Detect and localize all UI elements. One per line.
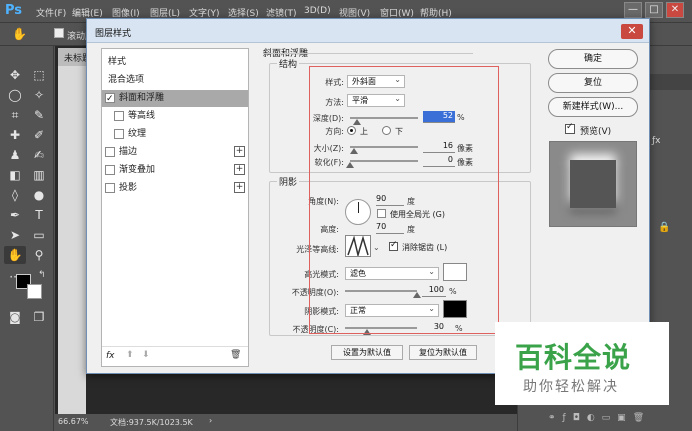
blur-tool-icon[interactable]: ◊ — [4, 186, 26, 204]
style-item-label: 斜面和浮雕 — [119, 93, 165, 103]
add-effect-icon[interactable]: + — [234, 182, 245, 193]
style-item-label: 等高线 — [128, 111, 156, 121]
type-tool-icon[interactable]: T — [28, 206, 50, 224]
fx-icon: ƒx — [652, 136, 661, 146]
shading-label: 阴影 — [277, 175, 300, 188]
style-item-label: 渐变叠加 — [119, 165, 156, 175]
style-checkbox[interactable] — [105, 147, 115, 157]
highlight-annotation-box — [309, 66, 499, 334]
background-color[interactable] — [27, 284, 42, 299]
move-down-icon[interactable]: ⬇ — [142, 350, 150, 360]
minimize-button[interactable]: — — [624, 2, 642, 18]
preview-checkbox[interactable]: ✓ — [565, 122, 575, 134]
structure-label: 结构 — [277, 57, 300, 70]
move-up-icon[interactable]: ⬆ — [126, 350, 134, 360]
window-close-button[interactable]: ✕ — [666, 2, 684, 18]
tools-panel: ✥ ⬚ ◯ ✧ ⌗ ✎ ✚ ✐ ♟ ✍ ◧ ▥ ◊ ● ✒ T ➤ ▭ ✋ ⚲ … — [0, 46, 54, 431]
canvas-pasteboard — [86, 370, 496, 414]
lasso-tool-icon[interactable]: ◯ — [4, 86, 26, 104]
pen-tool-icon[interactable]: ✒ — [4, 206, 26, 224]
preview-check-icon: ✓ — [566, 122, 574, 132]
brush-tool-icon[interactable]: ✐ — [28, 126, 50, 144]
eraser-tool-icon[interactable]: ◧ — [4, 166, 26, 184]
style-item[interactable]: 样式 — [102, 54, 248, 71]
scroll-all-checkbox[interactable] — [54, 28, 64, 38]
watermark-title: 百科全说 — [515, 341, 632, 374]
swap-colors-icon[interactable]: ↰ — [38, 270, 46, 280]
reset-button[interactable]: 复位 — [548, 73, 638, 93]
status-bar: 66.67% 文档:937.5K/1023.5K › — [54, 414, 517, 431]
style-checkbox[interactable] — [105, 165, 115, 175]
magic-wand-icon[interactable]: ✧ — [28, 86, 50, 104]
watermark-logo: 百科全说 助你轻松解决 — [495, 322, 669, 405]
style-item-label: 纹理 — [128, 129, 147, 139]
style-item[interactable]: 渐变叠加 + — [102, 162, 248, 179]
style-item[interactable]: 等高线 — [102, 108, 248, 125]
make-default-button[interactable]: 设置为默认值 — [331, 345, 403, 360]
dodge-tool-icon[interactable]: ● — [28, 186, 50, 204]
path-select-icon[interactable]: ➤ — [4, 226, 26, 244]
marquee-tool-icon[interactable]: ⬚ — [28, 66, 50, 84]
hand-tool-icon[interactable]: ✋ — [12, 27, 27, 41]
add-effect-icon[interactable]: + — [234, 164, 245, 175]
style-item-label: 描边 — [119, 147, 138, 157]
hand-tool-icon[interactable]: ✋ — [4, 246, 26, 264]
style-item-label: 混合选项 — [108, 75, 145, 85]
style-item-label: 投影 — [119, 183, 138, 193]
style-preview — [549, 141, 637, 227]
menu-3d[interactable]: 3D(D) — [304, 6, 331, 16]
clone-stamp-icon[interactable]: ♟ — [4, 146, 26, 164]
styles-list: fx ⬆ ⬇ 🗑 样式混合选项斜面和浮雕等高线纹理描边 + 渐变叠加 + 投影 + — [101, 48, 249, 367]
status-arrow-icon[interactable]: › — [209, 416, 212, 425]
shape-tool-icon[interactable]: ▭ — [28, 226, 50, 244]
new-style-button[interactable]: 新建样式(W)... — [548, 97, 638, 117]
move-tool-icon[interactable]: ✥ — [4, 66, 26, 84]
section-divider — [263, 53, 473, 54]
document-info: 文档:937.5K/1023.5K — [110, 418, 193, 427]
layer-style-dialog: 图层样式 ✕ fx ⬆ ⬇ 🗑 样式混合选项斜面和浮雕等高线纹理描边 + 渐变叠加 +… — [86, 18, 650, 374]
zoom-tool-icon[interactable]: ⚲ — [28, 246, 50, 264]
style-item[interactable]: 投影 + — [102, 180, 248, 197]
zoom-level[interactable]: 66.67% — [58, 417, 89, 426]
delete-effect-icon[interactable]: 🗑 — [230, 350, 241, 360]
preview-swatch — [570, 160, 616, 208]
style-item[interactable]: 混合选项 — [102, 72, 248, 89]
dialog-titlebar: 图层样式 ✕ — [87, 19, 649, 43]
crop-tool-icon[interactable]: ⌗ — [4, 106, 26, 124]
layer-actions-icons[interactable]: ⚭ƒ◘◐▭▣🗑 — [548, 413, 651, 423]
watermark-subtitle: 助你轻松解决 — [523, 379, 619, 395]
healing-brush-icon[interactable]: ✚ — [4, 126, 26, 144]
dialog-title: 图层样式 — [95, 29, 132, 39]
style-item[interactable]: 斜面和浮雕 — [102, 90, 248, 108]
menu-file[interactable]: 文件(F) — [36, 6, 66, 19]
style-checkbox[interactable] — [105, 183, 115, 193]
style-checkbox[interactable] — [114, 111, 124, 121]
style-item[interactable]: 纹理 — [102, 126, 248, 143]
style-item-label: 样式 — [108, 57, 127, 67]
photoshop-logo: Ps — [5, 3, 23, 18]
screen-mode-icon[interactable]: ❐ — [28, 308, 50, 326]
dialog-close-button[interactable]: ✕ — [621, 24, 643, 39]
history-brush-icon[interactable]: ✍ — [28, 146, 50, 164]
style-checkbox[interactable] — [114, 129, 124, 139]
style-checkbox[interactable] — [105, 91, 115, 108]
fx-menu-icon[interactable]: fx — [106, 351, 115, 361]
style-item[interactable]: 描边 + — [102, 144, 248, 161]
add-effect-icon[interactable]: + — [234, 146, 245, 157]
styles-list-footer: fx ⬆ ⬇ 🗑 — [102, 346, 248, 366]
quick-mask-icon[interactable]: ◙ — [4, 308, 26, 326]
ok-button[interactable]: 确定 — [548, 49, 638, 69]
reset-default-button[interactable]: 复位为默认值 — [409, 345, 477, 360]
preview-label: 预览(V) — [580, 127, 612, 137]
eyedropper-icon[interactable]: ✎ — [28, 106, 50, 124]
maximize-button[interactable]: □ — [645, 2, 663, 18]
lock-icon: 🔒 — [658, 222, 671, 233]
vertical-ruler — [58, 66, 86, 414]
gradient-tool-icon[interactable]: ▥ — [28, 166, 50, 184]
